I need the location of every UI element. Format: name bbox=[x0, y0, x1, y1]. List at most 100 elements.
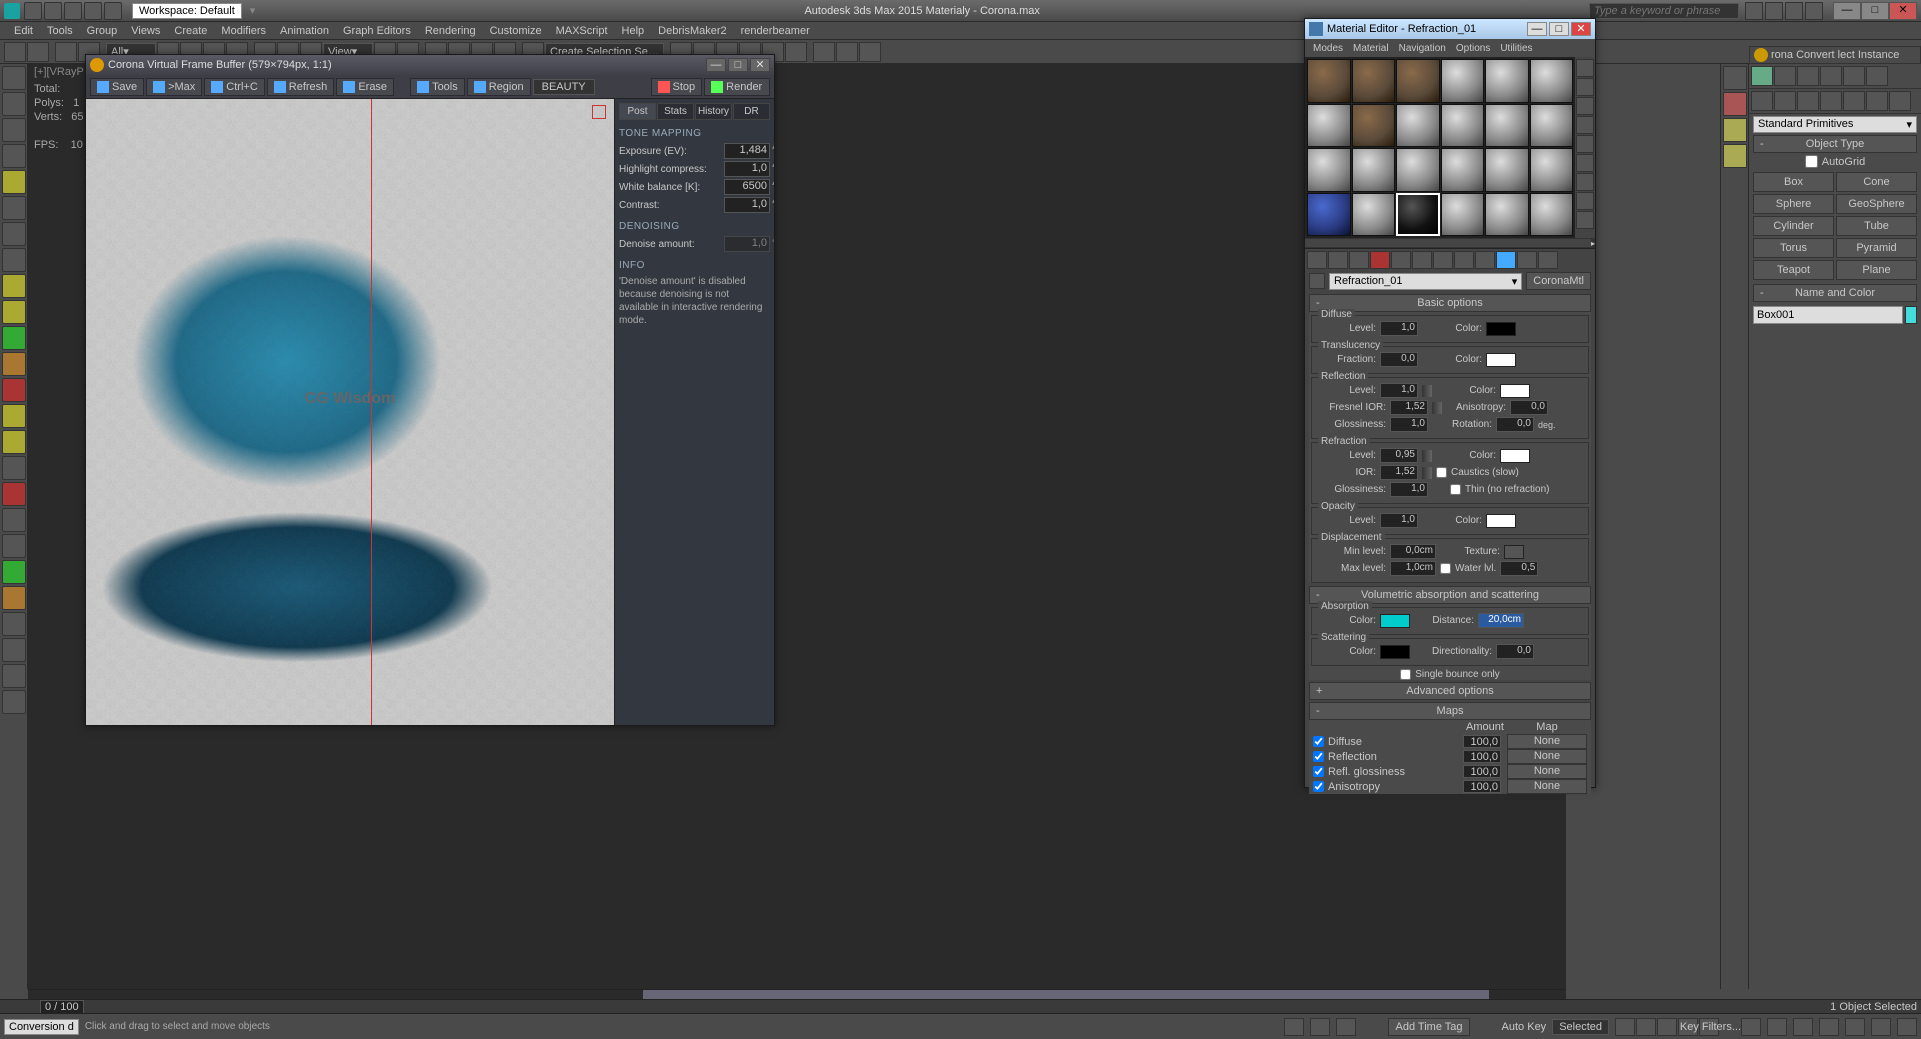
tab-utilities-icon[interactable] bbox=[1866, 66, 1888, 86]
map-on-checkbox[interactable] bbox=[1313, 766, 1324, 777]
menu-tools[interactable]: Tools bbox=[41, 25, 79, 37]
help-icon[interactable] bbox=[2, 690, 26, 714]
pick-icon[interactable] bbox=[1309, 273, 1325, 289]
caustics-checkbox[interactable] bbox=[1436, 467, 1447, 478]
matedit-close-button[interactable]: ✕ bbox=[1571, 22, 1591, 36]
me-menu-utilities[interactable]: Utilities bbox=[1496, 43, 1536, 54]
tool-icon[interactable] bbox=[2, 456, 26, 480]
object-color-swatch[interactable] bbox=[1905, 306, 1917, 324]
reset-icon[interactable] bbox=[1370, 251, 1390, 269]
sample-type-icon[interactable] bbox=[1576, 59, 1594, 77]
object-name-input[interactable] bbox=[1753, 306, 1903, 324]
vfb-region-handle[interactable] bbox=[592, 105, 606, 119]
tool-icon[interactable] bbox=[2, 560, 26, 584]
menu-help[interactable]: Help bbox=[616, 25, 651, 37]
vfb-ctrlc-button[interactable]: Ctrl+C bbox=[204, 78, 264, 96]
prim-cone-button[interactable]: Cone bbox=[1836, 172, 1917, 192]
pan-icon[interactable] bbox=[1845, 1018, 1865, 1036]
tool-icon[interactable] bbox=[2, 612, 26, 636]
map-button[interactable]: None bbox=[1507, 764, 1587, 779]
zoom-icon[interactable] bbox=[1741, 1018, 1761, 1036]
abs-color-swatch[interactable] bbox=[1380, 614, 1410, 628]
tab-hierarchy-icon[interactable] bbox=[1797, 66, 1819, 86]
cat-geometry-icon[interactable] bbox=[1751, 91, 1773, 111]
menu-views[interactable]: Views bbox=[125, 25, 166, 37]
make-copy-icon[interactable] bbox=[1391, 251, 1411, 269]
menu-graph-editors[interactable]: Graph Editors bbox=[337, 25, 417, 37]
map-button[interactable]: None bbox=[1507, 734, 1587, 749]
map-on-checkbox[interactable] bbox=[1313, 751, 1324, 762]
vfb-minimize-button[interactable]: — bbox=[706, 58, 726, 72]
highlight-spinner[interactable]: 1,0 bbox=[724, 161, 770, 177]
key-mode-combo[interactable]: Selected bbox=[1552, 1019, 1609, 1035]
map-button[interactable]: None bbox=[1507, 779, 1587, 794]
tool-icon[interactable] bbox=[2, 482, 26, 506]
opac-level-spinner[interactable]: 1,0 bbox=[1380, 513, 1418, 528]
material-slot[interactable] bbox=[1352, 148, 1396, 192]
help-icon[interactable] bbox=[1805, 2, 1823, 20]
addtag-button[interactable]: Add Time Tag bbox=[1388, 1018, 1469, 1036]
vfb-save-button[interactable]: Save bbox=[90, 78, 144, 96]
render-frame-icon[interactable] bbox=[836, 42, 858, 62]
map-amount-spinner[interactable]: 100,0 bbox=[1463, 780, 1501, 793]
put-scene-icon[interactable] bbox=[1328, 251, 1348, 269]
map-amount-spinner[interactable]: 100,0 bbox=[1463, 750, 1501, 763]
trans-fraction-spinner[interactable]: 0,0 bbox=[1380, 352, 1418, 367]
vfb-tools-button[interactable]: Tools bbox=[410, 78, 465, 96]
autogrid-checkbox[interactable] bbox=[1805, 155, 1818, 168]
material-slot[interactable] bbox=[1396, 59, 1440, 103]
mat-map-nav-icon[interactable] bbox=[1576, 211, 1594, 229]
material-slot[interactable] bbox=[1307, 148, 1351, 192]
keyfilters-button[interactable]: Key Filters... bbox=[1680, 1021, 1741, 1033]
refl-color-swatch[interactable] bbox=[1500, 384, 1530, 398]
vfb-refresh-button[interactable]: Refresh bbox=[267, 78, 335, 96]
prim-cylinder-button[interactable]: Cylinder bbox=[1753, 216, 1834, 236]
exposure-spinner[interactable]: 1,484 bbox=[724, 143, 770, 159]
make-unique-icon[interactable] bbox=[1412, 251, 1432, 269]
tool-icon[interactable] bbox=[2, 638, 26, 662]
background-icon[interactable] bbox=[1576, 97, 1594, 115]
vfb-stop-button[interactable]: Stop bbox=[651, 78, 703, 96]
map-on-checkbox[interactable] bbox=[1313, 736, 1324, 747]
select-by-mat-icon[interactable] bbox=[1576, 192, 1594, 210]
tab-dr[interactable]: DR bbox=[733, 103, 770, 120]
options-icon[interactable] bbox=[1576, 173, 1594, 191]
material-type-button[interactable]: CoronaMtl bbox=[1526, 272, 1591, 290]
get-material-icon[interactable] bbox=[1307, 251, 1327, 269]
diffuse-color-swatch[interactable] bbox=[1486, 322, 1516, 336]
signin-icon[interactable] bbox=[1745, 2, 1763, 20]
minimize-button[interactable]: — bbox=[1833, 2, 1861, 20]
menu-modifiers[interactable]: Modifiers bbox=[215, 25, 272, 37]
disp-max-spinner[interactable]: 1,0cm bbox=[1390, 561, 1436, 576]
matedit-minimize-button[interactable]: — bbox=[1527, 22, 1547, 36]
map-amount-spinner[interactable]: 100,0 bbox=[1463, 765, 1501, 778]
exchange-icon[interactable] bbox=[1765, 2, 1783, 20]
refr-gloss-spinner[interactable]: 1,0 bbox=[1390, 482, 1428, 497]
material-slot[interactable] bbox=[1485, 148, 1529, 192]
disp-tex-button[interactable] bbox=[1504, 545, 1524, 559]
vfb-pass-select[interactable]: BEAUTY bbox=[533, 79, 595, 95]
material-slot[interactable] bbox=[1307, 193, 1351, 237]
scat-color-swatch[interactable] bbox=[1380, 645, 1410, 659]
tab-motion-icon[interactable] bbox=[1820, 66, 1842, 86]
tool-icon[interactable] bbox=[2, 222, 26, 246]
vfb-render-button[interactable]: Render bbox=[704, 78, 770, 96]
help-search-input[interactable] bbox=[1589, 3, 1739, 19]
vfb-erase-button[interactable]: Erase bbox=[336, 78, 394, 96]
me-menu-material[interactable]: Material bbox=[1349, 43, 1393, 54]
material-slot[interactable] bbox=[1307, 59, 1351, 103]
refl-level-spinner[interactable]: 1,0 bbox=[1380, 383, 1418, 398]
make-preview-icon[interactable] bbox=[1576, 154, 1594, 172]
material-slot[interactable] bbox=[1485, 193, 1529, 237]
tool-icon[interactable] bbox=[2, 196, 26, 220]
matedit-maximize-button[interactable]: □ bbox=[1549, 22, 1569, 36]
disp-min-spinner[interactable]: 0,0cm bbox=[1390, 544, 1436, 559]
go-sibling-icon[interactable] bbox=[1538, 251, 1558, 269]
rollout-name-color[interactable]: Name and Color bbox=[1753, 284, 1917, 302]
mat-id-icon[interactable] bbox=[1454, 251, 1474, 269]
refr-level-slider[interactable] bbox=[1422, 450, 1432, 462]
play-icon[interactable] bbox=[1657, 1018, 1677, 1036]
render-setup-icon[interactable] bbox=[813, 42, 835, 62]
corona-convert-label[interactable]: rona Convert lect Instance bbox=[1771, 49, 1899, 61]
map-on-checkbox[interactable] bbox=[1313, 781, 1324, 792]
